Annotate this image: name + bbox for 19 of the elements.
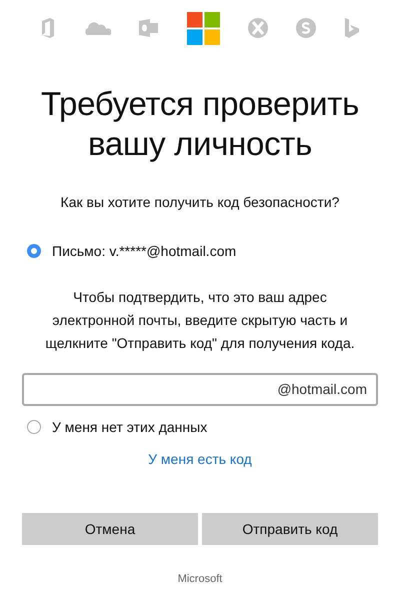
instructions-text: Чтобы подтвердить, что это ваш адрес электронной почты, введите скрытую часть и щелкните "Отправить код" для получения кода. [44,288,356,353]
action-button[interactable]: Отмена [22,513,198,545]
no-data-radio-option[interactable]: У меня нет этих данных [27,419,208,435]
microsoft-logo-icon [186,12,220,44]
question-text: Как вы хотите получить код безопасности? [60,194,340,210]
office-icon[interactable] [40,17,54,39]
b-icon[interactable] [344,17,360,39]
have-code-link[interactable]: У меня есть код [148,451,252,467]
x-circle-icon[interactable] [248,18,268,38]
email-radio-option[interactable]: Письмо: v.*****@hotmail.com [27,243,236,259]
page-title: Требуется проверить вашу личность [40,84,360,164]
email-input-field[interactable]: @hotmail.com [22,373,378,406]
action-button[interactable]: Отправить код [202,513,378,545]
mail-icon[interactable] [138,18,158,38]
footer-text: Microsoft [178,573,222,585]
cloud-icon[interactable] [82,20,110,36]
radio-button[interactable] [27,244,41,258]
s-circle-icon[interactable] [296,18,316,38]
radio-button[interactable] [27,420,41,434]
